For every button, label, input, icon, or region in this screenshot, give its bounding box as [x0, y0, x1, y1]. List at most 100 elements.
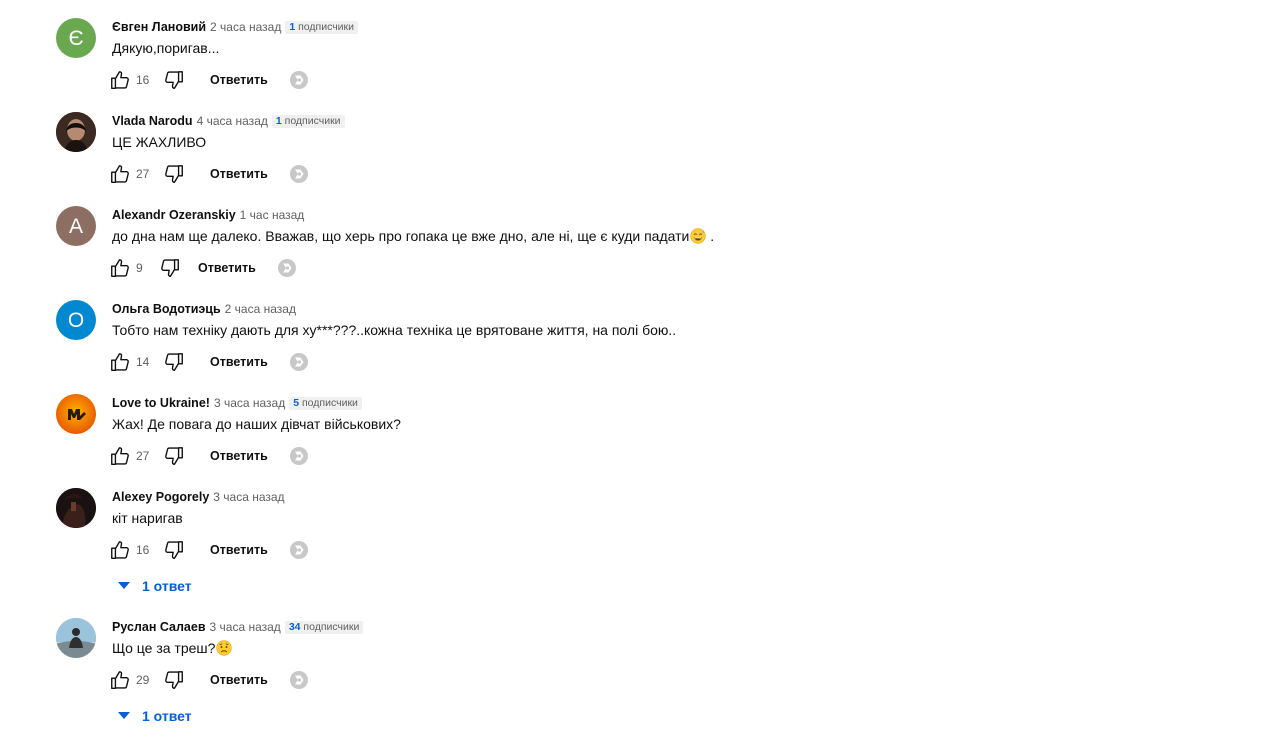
comment-text: Жах! Де повага до наших дівчат військови… — [112, 416, 401, 432]
comment-header: Alexey Pogorely 3 часа назад — [112, 488, 285, 506]
dislike-button[interactable] — [162, 68, 186, 92]
reply-button[interactable]: Ответить — [210, 69, 268, 91]
comment-actions: 27 Ответить — [108, 162, 310, 186]
subscribers-count: 34 — [288, 620, 301, 633]
author-name[interactable]: Руслан Салаев — [112, 620, 206, 634]
subscribers-badge: 34 подписчики — [284, 620, 364, 634]
like-button[interactable] — [108, 350, 132, 374]
dislike-button[interactable] — [162, 538, 186, 562]
comment-time[interactable]: 3 часа назад — [210, 620, 281, 634]
reply-button[interactable]: Ответить — [210, 669, 268, 691]
worried-face-emoji — [216, 640, 233, 660]
comment-actions: 9 Ответить — [108, 256, 298, 280]
like-button[interactable] — [108, 256, 132, 280]
thumb-down-icon — [165, 165, 183, 183]
subscribers-label: подписчики — [302, 396, 358, 409]
like-count: 16 — [136, 543, 150, 557]
comment-header: Vlada Narodu 4 часа назад 1 подписчики — [112, 112, 345, 130]
reply-button[interactable]: Ответить — [210, 445, 268, 467]
author-name[interactable]: Vlada Narodu — [112, 114, 193, 128]
super-thanks-button[interactable] — [288, 539, 310, 561]
view-replies-button[interactable]: 1 ответ — [118, 706, 192, 726]
caret-down-icon — [118, 712, 130, 719]
like-count: 27 — [136, 449, 150, 463]
author-name[interactable]: Love to Ukraine! — [112, 396, 210, 410]
avatar-photo — [56, 112, 96, 152]
thumb-down-icon — [165, 353, 183, 371]
avatar[interactable]: Є — [56, 18, 96, 58]
like-button[interactable] — [108, 444, 132, 468]
super-thanks-button[interactable] — [288, 351, 310, 373]
comment-time[interactable]: 3 часа назад — [214, 396, 285, 410]
author-name[interactable]: Alexandr Ozeranskiy — [112, 208, 236, 222]
replies-count-label: 1 ответ — [142, 708, 192, 724]
dislike-button[interactable] — [162, 350, 186, 374]
super-thanks-icon — [289, 447, 308, 465]
comment-header: Love to Ukraine! 3 часа назад 5 подписчи… — [112, 394, 362, 412]
super-thanks-button[interactable] — [288, 445, 310, 467]
super-thanks-icon — [289, 71, 308, 89]
subscribers-badge: 1 подписчики — [271, 114, 345, 128]
replies-count-label: 1 ответ — [142, 578, 192, 594]
comment-time[interactable]: 2 часа назад — [210, 20, 281, 34]
reply-button[interactable]: Ответить — [210, 539, 268, 561]
comment-header: Ольга Водотиэць 2 часа назад — [112, 300, 296, 318]
comment-time[interactable]: 1 час назад — [240, 208, 305, 222]
avatar-initial: Є — [68, 26, 84, 50]
comment-time[interactable]: 3 часа назад — [213, 490, 284, 504]
dislike-button[interactable] — [162, 444, 186, 468]
super-thanks-button[interactable] — [276, 257, 298, 279]
avatar[interactable] — [56, 112, 96, 152]
avatar[interactable]: A — [56, 206, 96, 246]
like-count: 14 — [136, 355, 150, 369]
thumb-up-icon — [111, 165, 129, 183]
thumb-up-icon — [111, 353, 129, 371]
comment-header: Євген Лановий 2 часа назад 1 подписчики — [112, 18, 358, 36]
super-thanks-icon — [289, 165, 308, 183]
like-button[interactable] — [108, 538, 132, 562]
avatar[interactable] — [56, 618, 96, 658]
author-name[interactable]: Ольга Водотиэць — [112, 302, 221, 316]
avatar-initial: O — [67, 308, 85, 332]
dislike-button[interactable] — [162, 162, 186, 186]
avatar[interactable]: O — [56, 300, 96, 340]
dislike-button[interactable] — [158, 256, 182, 280]
comment-text: Що це за треш? — [112, 639, 233, 660]
thumb-down-icon — [161, 259, 179, 277]
subscribers-count: 5 — [293, 396, 300, 409]
subscribers-count: 1 — [289, 20, 296, 33]
comment-text: Дякую,поригав... — [112, 40, 220, 56]
like-button[interactable] — [108, 68, 132, 92]
subscribers-label: подписчики — [284, 114, 341, 127]
like-button[interactable] — [108, 162, 132, 186]
reply-button[interactable]: Ответить — [210, 163, 268, 185]
super-thanks-button[interactable] — [288, 669, 310, 691]
comment-time[interactable]: 2 часа назад — [225, 302, 296, 316]
thumb-down-icon — [165, 541, 183, 559]
subscribers-label: подписчики — [303, 620, 360, 633]
comment-actions: 27 Ответить — [108, 444, 310, 468]
comment-text-end: . — [710, 228, 715, 244]
author-name[interactable]: Alexey Pogorely — [112, 490, 209, 504]
subscribers-count: 1 — [275, 114, 282, 127]
like-count: 29 — [136, 673, 150, 687]
avatar[interactable] — [56, 488, 96, 528]
super-thanks-icon — [289, 671, 308, 689]
reply-button[interactable]: Ответить — [210, 351, 268, 373]
super-thanks-button[interactable] — [288, 163, 310, 185]
reply-button[interactable]: Ответить — [198, 257, 256, 279]
comment-text: кіт наригав — [112, 510, 183, 526]
view-replies-button[interactable]: 1 ответ — [118, 576, 192, 596]
super-thanks-button[interactable] — [288, 69, 310, 91]
comment-text-body: до дна нам ще далеко. Вважав, що херь пр… — [112, 228, 690, 244]
comment-time[interactable]: 4 часа назад — [197, 114, 268, 128]
like-button[interactable] — [108, 668, 132, 692]
like-count: 9 — [136, 261, 143, 275]
thumb-up-icon — [111, 447, 129, 465]
avatar-logo — [56, 394, 96, 434]
comments-section: Є Євген Лановий 2 часа назад 1 подписчик… — [0, 0, 1270, 730]
avatar[interactable] — [56, 394, 96, 434]
dislike-button[interactable] — [162, 668, 186, 692]
avatar-photo — [56, 488, 96, 528]
author-name[interactable]: Євген Лановий — [112, 20, 206, 34]
